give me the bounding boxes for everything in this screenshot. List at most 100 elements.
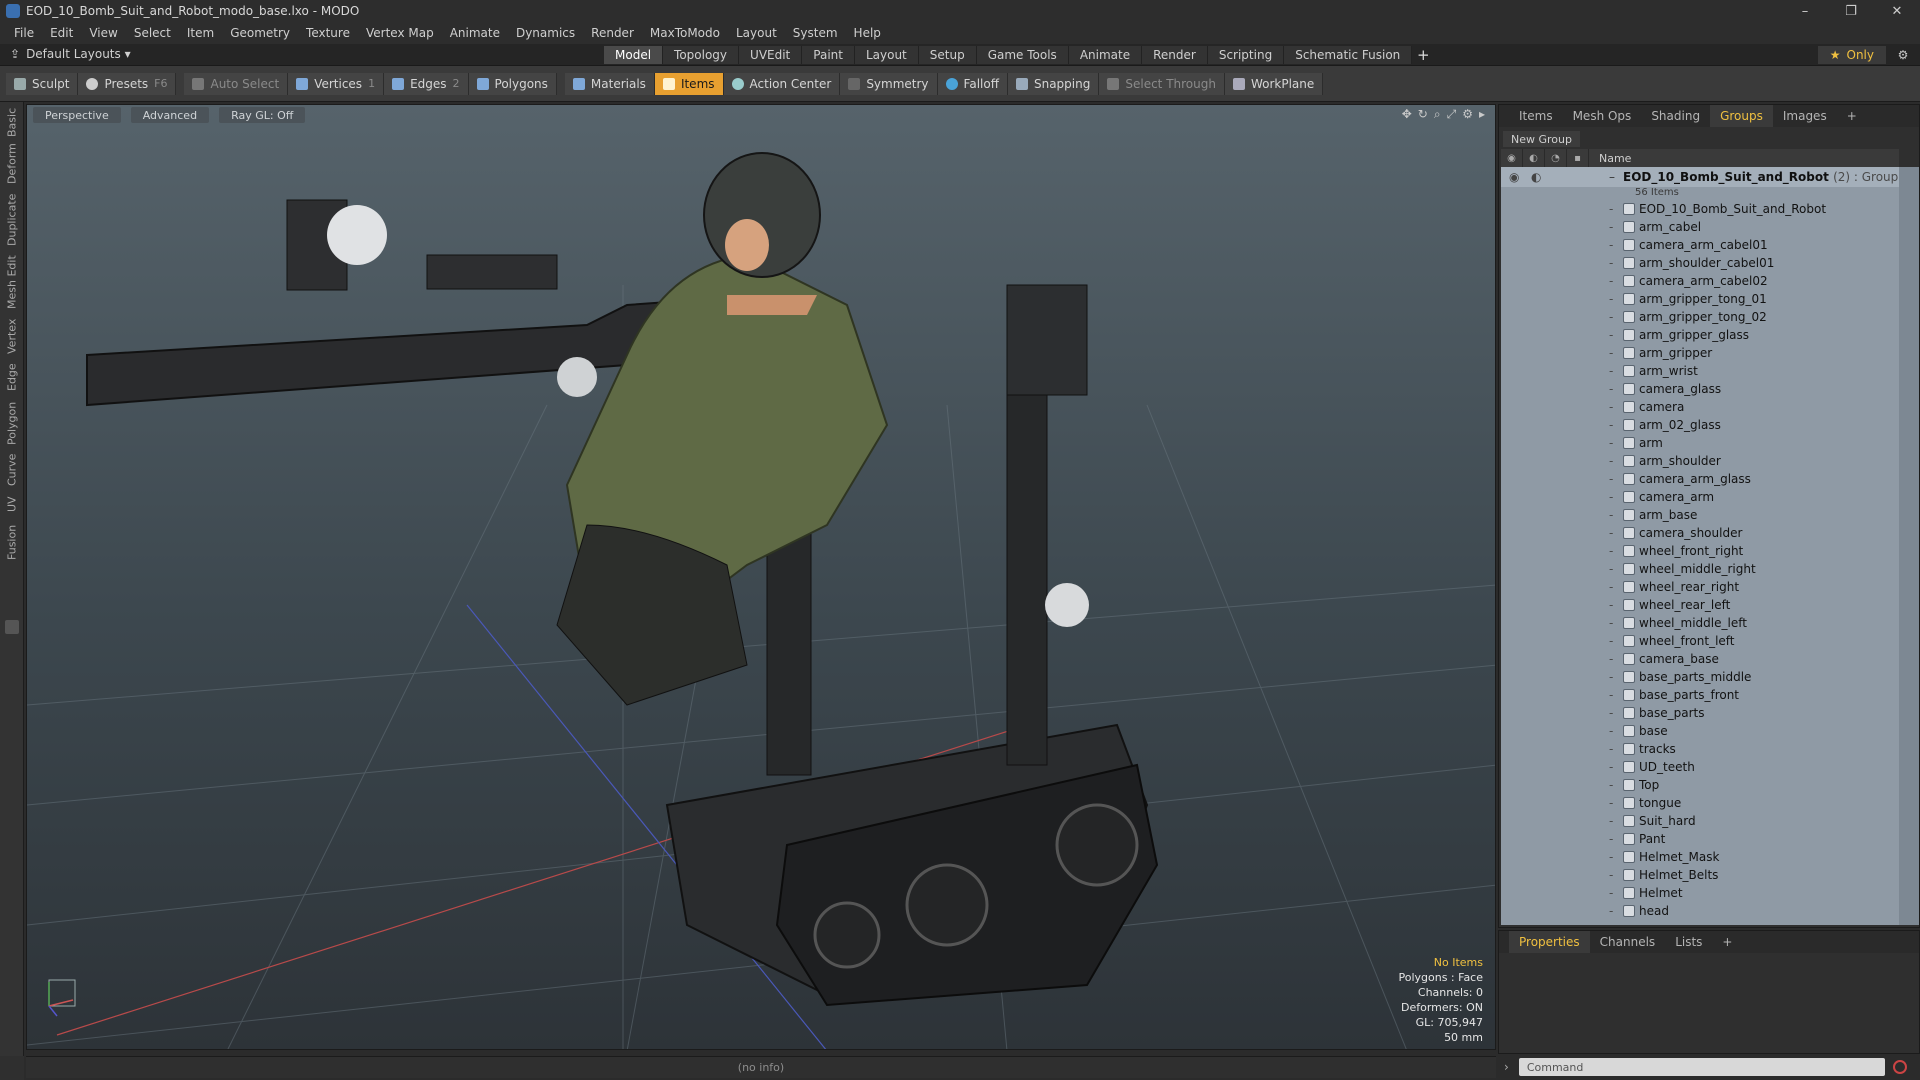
select-through-button[interactable]: Select Through <box>1099 72 1225 95</box>
menu-view[interactable]: View <box>81 26 125 40</box>
add-properties-tab-icon[interactable]: + <box>1712 931 1742 953</box>
sculpt-button[interactable]: Sculpt <box>6 72 79 95</box>
record-icon[interactable] <box>1892 1060 1907 1074</box>
list-item[interactable]: - Suit_hard <box>1501 812 1899 830</box>
list-item[interactable]: - Top <box>1501 776 1899 794</box>
group-render-icon[interactable]: ◐ <box>1531 170 1541 184</box>
list-item[interactable]: - arm_gripper_tong_02 <box>1501 308 1899 326</box>
list-item[interactable]: - tracks <box>1501 740 1899 758</box>
list-item[interactable]: - camera <box>1501 398 1899 416</box>
tab-scripting[interactable]: Scripting <box>1207 46 1285 64</box>
list-item[interactable]: - wheel_front_left <box>1501 632 1899 650</box>
tab-channels[interactable]: Channels <box>1590 931 1666 953</box>
rotate-view-icon[interactable]: ↻ <box>1418 107 1428 122</box>
tab-lists[interactable]: Lists <box>1665 931 1712 953</box>
list-item[interactable]: - base_parts_front <box>1501 686 1899 704</box>
add-tab-icon[interactable]: + <box>1412 46 1434 64</box>
tab-properties[interactable]: Properties <box>1509 931 1590 953</box>
auto-select-button[interactable]: Auto Select <box>184 72 289 95</box>
expand-icon[interactable] <box>5 620 19 634</box>
list-item[interactable]: - camera_arm <box>1501 488 1899 506</box>
list-item[interactable]: - wheel_rear_left <box>1501 596 1899 614</box>
list-item[interactable]: - base <box>1501 722 1899 740</box>
list-item[interactable]: - Helmet_Belts <box>1501 866 1899 884</box>
groups-scrollbar[interactable] <box>1899 167 1919 925</box>
maximize-icon[interactable]: ❐ <box>1828 0 1874 22</box>
list-item[interactable]: - camera_arm_cabel02 <box>1501 272 1899 290</box>
left-tab-uv[interactable]: UV <box>3 492 21 516</box>
list-item[interactable]: - arm_cabel <box>1501 218 1899 236</box>
tab-topology[interactable]: Topology <box>663 46 740 64</box>
list-item[interactable]: - wheel_rear_right <box>1501 578 1899 596</box>
tab-animate[interactable]: Animate <box>1068 46 1143 64</box>
collapse-icon[interactable]: – <box>1609 170 1615 184</box>
tab-model[interactable]: Model <box>604 46 664 64</box>
only-button[interactable]: ★ Only <box>1817 46 1886 64</box>
list-item[interactable]: - UD_teeth <box>1501 758 1899 776</box>
tab-mesh-ops[interactable]: Mesh Ops <box>1563 105 1642 127</box>
move-view-icon[interactable]: ✥ <box>1402 107 1412 122</box>
action-center-button[interactable]: Action Center <box>723 72 841 95</box>
left-tab-basic[interactable]: Basic <box>3 106 21 138</box>
list-item[interactable]: - arm_gripper_glass <box>1501 326 1899 344</box>
view-mode-button[interactable]: Perspective <box>33 107 121 123</box>
tab-images[interactable]: Images <box>1773 105 1837 127</box>
gear-icon[interactable]: ⚙ <box>1894 46 1912 64</box>
list-item[interactable]: - camera_arm_cabel01 <box>1501 236 1899 254</box>
menu-system[interactable]: System <box>785 26 846 40</box>
tab-items[interactable]: Items <box>1509 105 1563 127</box>
viewport-gear-icon[interactable]: ⚙ <box>1462 107 1473 122</box>
tab-layout[interactable]: Layout <box>854 46 919 64</box>
fit-icon[interactable]: ⤢ <box>1447 107 1457 122</box>
list-item[interactable]: - arm_gripper <box>1501 344 1899 362</box>
list-item[interactable]: - head <box>1501 902 1899 920</box>
snapping-button[interactable]: Snapping <box>1007 72 1100 95</box>
list-item[interactable]: - arm_02_glass <box>1501 416 1899 434</box>
tab-setup[interactable]: Setup <box>918 46 977 64</box>
menu-edit[interactable]: Edit <box>42 26 81 40</box>
menu-dynamics[interactable]: Dynamics <box>508 26 583 40</box>
list-item[interactable]: - arm_shoulder <box>1501 452 1899 470</box>
left-tab-fusion[interactable]: Fusion <box>3 520 21 564</box>
list-item[interactable]: - arm_gripper_tong_01 <box>1501 290 1899 308</box>
groups-list[interactable]: ◉ ◐ – EOD_10_Bomb_Suit_and_Robot (2) : G… <box>1501 167 1899 925</box>
list-item[interactable]: - wheel_front_right <box>1501 542 1899 560</box>
menu-render[interactable]: Render <box>583 26 642 40</box>
3d-viewport[interactable]: Perspective Advanced Ray GL: Off ✥ ↻ ⌕ ⤢… <box>26 104 1496 1050</box>
list-item[interactable]: - arm_shoulder_cabel01 <box>1501 254 1899 272</box>
menu-layout[interactable]: Layout <box>728 26 785 40</box>
list-item[interactable]: - arm <box>1501 434 1899 452</box>
new-group-button[interactable]: New Group <box>1503 131 1580 147</box>
left-tab-duplicate[interactable]: Duplicate <box>3 192 21 248</box>
layout-selector[interactable]: ⇪ Default Layouts ▾ <box>10 47 131 61</box>
items-button[interactable]: Items <box>654 72 724 95</box>
list-item[interactable]: - tongue <box>1501 794 1899 812</box>
select-col-icon[interactable]: ▪ <box>1567 149 1589 167</box>
menu-texture[interactable]: Texture <box>298 26 358 40</box>
list-item[interactable]: - camera_base <box>1501 650 1899 668</box>
menu-item[interactable]: Item <box>179 26 222 40</box>
workplane-button[interactable]: WorkPlane <box>1224 72 1324 95</box>
materials-button[interactable]: Materials <box>564 72 655 95</box>
symmetry-button[interactable]: Symmetry <box>840 72 938 95</box>
close-icon[interactable]: ✕ <box>1874 0 1920 22</box>
list-item[interactable]: - Helmet_Mask <box>1501 848 1899 866</box>
name-column-header[interactable]: Name <box>1589 152 1631 165</box>
polygons-button[interactable]: Polygons <box>468 72 557 95</box>
list-item[interactable]: - base_parts <box>1501 704 1899 722</box>
group-eye-icon[interactable]: ◉ <box>1509 170 1519 184</box>
list-item[interactable]: - camera_glass <box>1501 380 1899 398</box>
left-tab-polygon[interactable]: Polygon <box>3 398 21 448</box>
minimize-icon[interactable]: – <box>1782 0 1828 22</box>
list-item[interactable]: - arm_wrist <box>1501 362 1899 380</box>
left-tab-edge[interactable]: Edge <box>3 360 21 394</box>
left-tab-vertex[interactable]: Vertex <box>3 316 21 356</box>
vertices-button[interactable]: Vertices 1 <box>288 72 385 95</box>
tab-game-tools[interactable]: Game Tools <box>976 46 1069 64</box>
tab-paint[interactable]: Paint <box>802 46 855 64</box>
raygl-button[interactable]: Ray GL: Off <box>219 107 306 123</box>
list-item[interactable]: - Helmet <box>1501 884 1899 902</box>
menu-select[interactable]: Select <box>126 26 179 40</box>
command-input[interactable]: Command <box>1518 1058 1885 1076</box>
add-panel-tab-icon[interactable]: + <box>1837 105 1867 127</box>
